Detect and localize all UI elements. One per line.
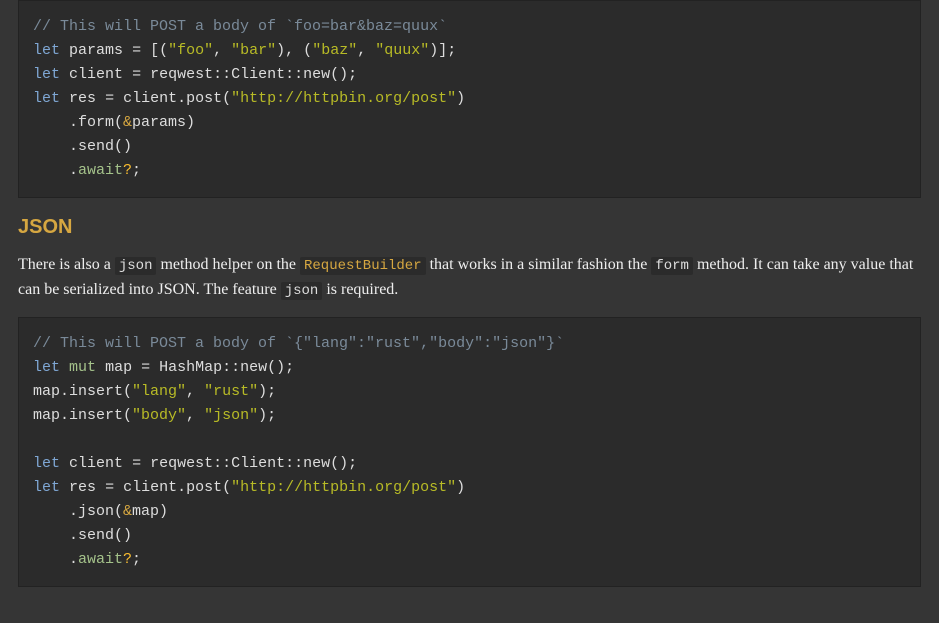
punct: );	[258, 383, 276, 400]
kw-let: let	[33, 359, 60, 376]
str: "foo"	[168, 42, 213, 59]
eq: =	[132, 455, 141, 472]
str: "bar"	[231, 42, 276, 59]
ident-map: map	[105, 359, 132, 376]
eq: =	[132, 42, 141, 59]
inline-code-requestbuilder: RequestBuilder	[300, 257, 426, 275]
comma: ,	[186, 383, 195, 400]
comma: ,	[213, 42, 222, 59]
ident: params	[132, 114, 186, 131]
punct: )	[159, 503, 168, 520]
section-heading-json: JSON	[18, 216, 921, 239]
str: "quux"	[375, 42, 429, 59]
amp: &	[123, 114, 132, 131]
code-block-form: // This will POST a body of `foo=bar&baz…	[18, 0, 921, 198]
str: "rust"	[204, 383, 258, 400]
punct: ), (	[276, 42, 312, 59]
kw-mut: mut	[69, 359, 96, 376]
eq: =	[105, 479, 114, 496]
kw-let: let	[33, 66, 60, 83]
text: that works in a similar fashion the	[426, 256, 652, 273]
comma: ,	[357, 42, 366, 59]
kw-let: let	[33, 90, 60, 107]
kw-let: let	[33, 455, 60, 472]
prose-json: There is also a json method helper on th…	[18, 253, 921, 303]
code-block-json: // This will POST a body of `{"lang":"ru…	[18, 317, 921, 587]
op-q: ?	[123, 162, 132, 179]
op-q: ?	[123, 551, 132, 568]
comma: ,	[186, 407, 195, 424]
ident-res: res	[69, 479, 96, 496]
code-comment: // This will POST a body of `{"lang":"ru…	[33, 335, 564, 352]
inline-code-json-feature: json	[281, 282, 323, 300]
ident: reqwest::Client::new();	[150, 66, 357, 83]
ident-res: res	[69, 90, 96, 107]
punct: );	[258, 407, 276, 424]
inline-code-json: json	[115, 257, 157, 275]
kw-let: let	[33, 42, 60, 59]
punct: )	[186, 114, 195, 131]
code-comment: // This will POST a body of `foo=bar&baz…	[33, 18, 447, 35]
text: method helper on the	[156, 256, 300, 273]
str: "json"	[204, 407, 258, 424]
semi: ;	[132, 162, 141, 179]
ident-client: client	[69, 66, 123, 83]
punct: )	[456, 479, 465, 496]
amp: &	[123, 503, 132, 520]
text: There is also a	[18, 256, 115, 273]
kw-await: await	[78, 551, 123, 568]
eq: =	[105, 90, 114, 107]
ident: map.insert(	[33, 407, 132, 424]
link-requestbuilder[interactable]: RequestBuilder	[300, 256, 426, 273]
punct: )	[456, 90, 465, 107]
ident: client.post(	[123, 90, 231, 107]
punct: )];	[429, 42, 456, 59]
kw-await: await	[78, 162, 123, 179]
str: "body"	[132, 407, 186, 424]
kw-let: let	[33, 479, 60, 496]
ident-client: client	[69, 455, 123, 472]
semi: ;	[132, 551, 141, 568]
str-url: "http://httpbin.org/post"	[231, 90, 456, 107]
str-url: "http://httpbin.org/post"	[231, 479, 456, 496]
str: "baz"	[312, 42, 357, 59]
inline-code-form: form	[651, 257, 693, 275]
doc-page: // This will POST a body of `foo=bar&baz…	[0, 0, 939, 623]
eq: =	[132, 66, 141, 83]
ident: .send()	[33, 138, 132, 155]
dot: .	[33, 551, 78, 568]
eq: =	[141, 359, 150, 376]
ident: .send()	[33, 527, 132, 544]
ident: .form(	[33, 114, 123, 131]
ident: reqwest::Client::new();	[150, 455, 357, 472]
dot: .	[33, 162, 78, 179]
str: "lang"	[132, 383, 186, 400]
ident: .json(	[33, 503, 123, 520]
punct: [(	[150, 42, 168, 59]
ident: client.post(	[123, 479, 231, 496]
ident: HashMap::new();	[159, 359, 294, 376]
text: is required.	[322, 281, 398, 298]
ident: map.insert(	[33, 383, 132, 400]
ident: map	[132, 503, 159, 520]
ident-params: params	[69, 42, 123, 59]
